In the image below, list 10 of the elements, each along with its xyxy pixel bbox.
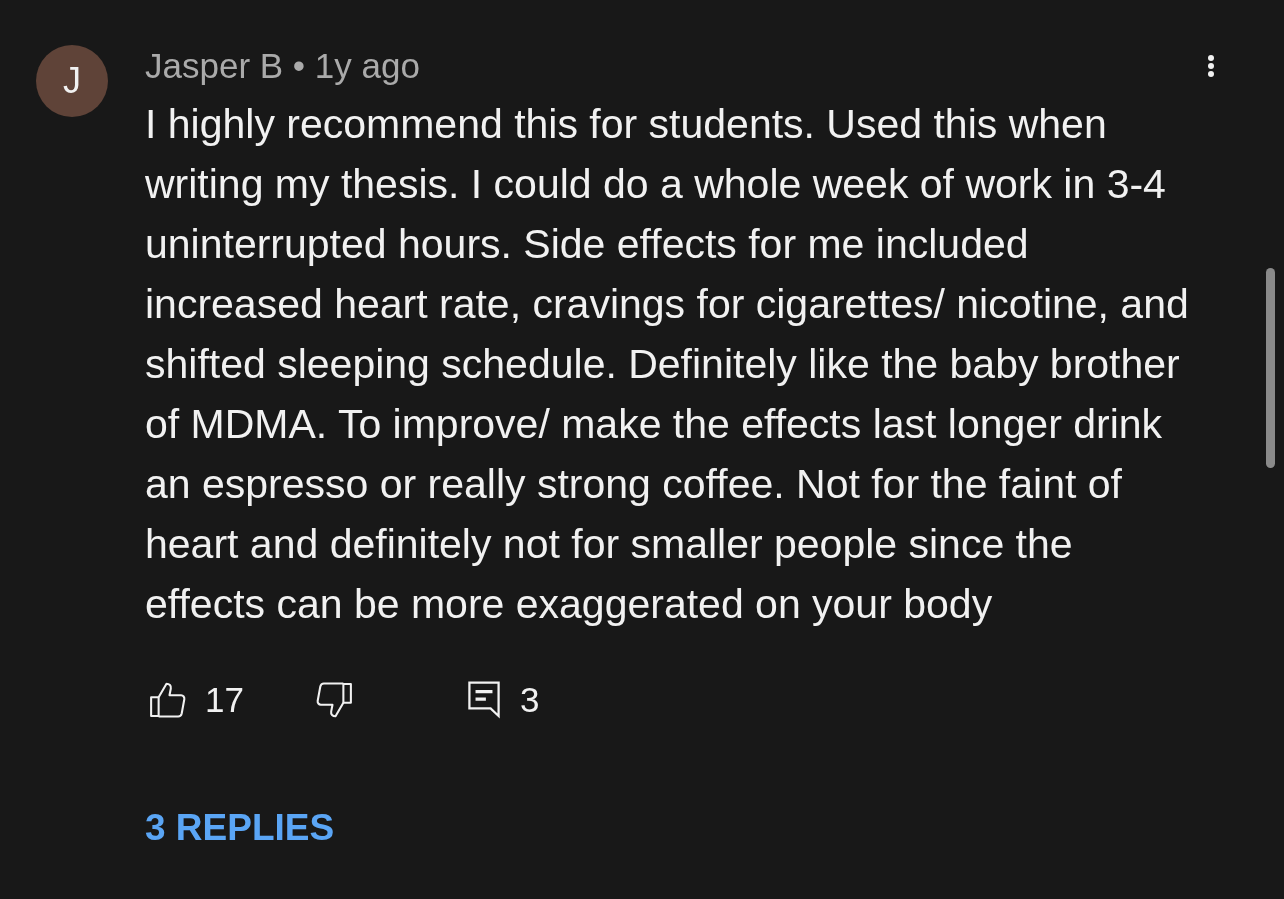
- thumbs-up-icon: [150, 682, 186, 718]
- like-button[interactable]: 17: [150, 673, 244, 727]
- thumbs-down-icon: [315, 682, 352, 718]
- comment-icon: [467, 681, 500, 719]
- comment-text: I highly recommend this for students. Used this when writing my thesis. I could do a whole week of work in 3-4 uninterrupted hours. Side effects for me included increased heart rate, cravings for cigarettes/ nicotine, and shifted sleeping schedule. Definitely like the baby brother of MDMA. To improve/ make the effects last longer drink an espresso or really strong coffee. Not for the faint of heart and definitely not for smaller people since the effects can be more exaggerated on your body: [145, 100, 1190, 629]
- avatar[interactable]: J: [36, 45, 108, 117]
- replies-link[interactable]: 3 REPLIES: [145, 806, 335, 850]
- comment-byline: Jasper B • 1y ago: [145, 46, 420, 86]
- dislike-button[interactable]: [315, 682, 352, 718]
- reply-button[interactable]: 3: [467, 673, 540, 727]
